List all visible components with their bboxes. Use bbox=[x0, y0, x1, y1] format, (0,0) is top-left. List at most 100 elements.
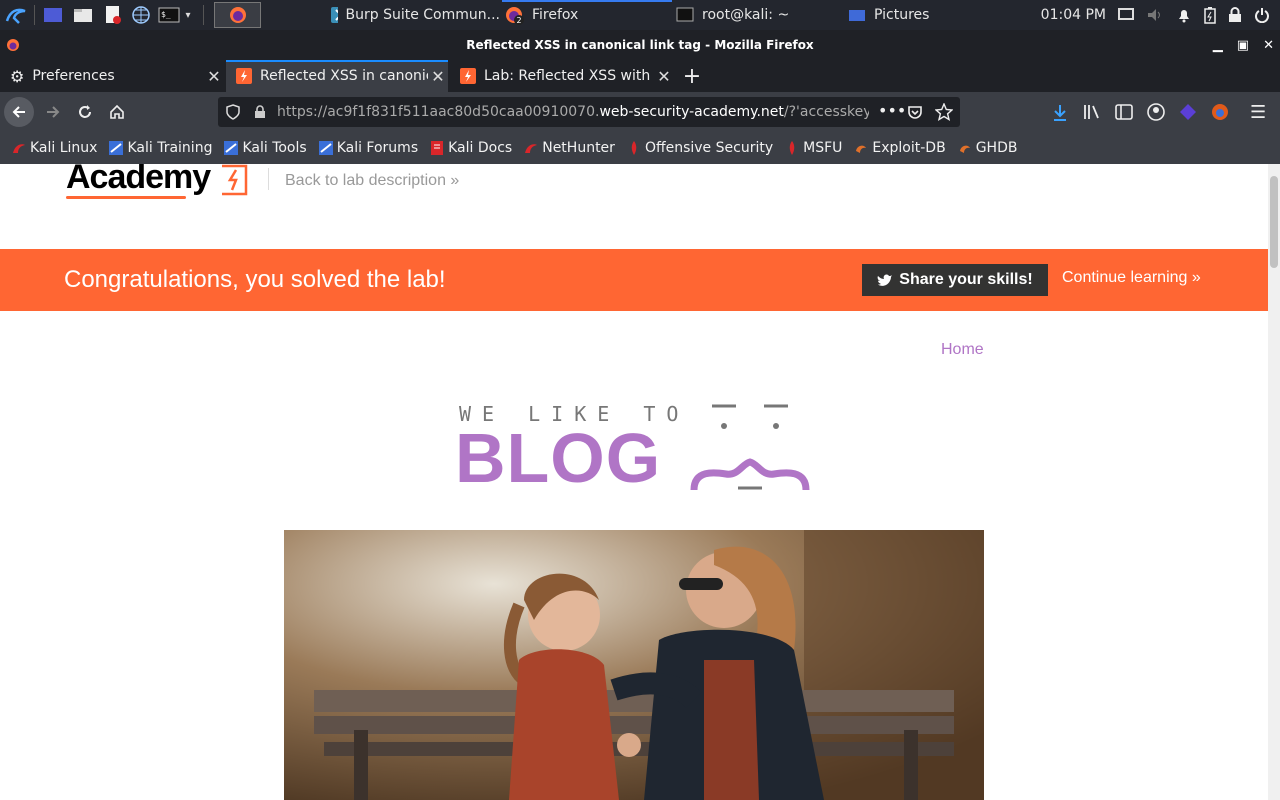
volume-muted-icon[interactable] bbox=[1146, 7, 1164, 23]
page-actions-icon[interactable]: ••• bbox=[878, 101, 906, 120]
portswigger-icon bbox=[236, 68, 252, 84]
forward-button[interactable] bbox=[38, 97, 68, 127]
banner-message: Congratulations, you solved the lab! bbox=[64, 266, 446, 293]
url-bar[interactable]: https://ac9f1f831f511aac80d50caa00910070… bbox=[218, 97, 960, 127]
firefox-icon bbox=[229, 7, 246, 23]
battery-icon[interactable] bbox=[1204, 6, 1216, 24]
firefox-icon: 2 bbox=[506, 7, 524, 25]
display-icon[interactable] bbox=[1118, 8, 1134, 22]
blog-title: BLOG bbox=[455, 419, 662, 497]
bookmark-kali-linux[interactable]: Kali Linux bbox=[12, 140, 97, 156]
lock-icon[interactable] bbox=[1228, 7, 1242, 23]
task-burp-suite[interactable]: Burp Suite Commun... bbox=[330, 0, 500, 30]
kali-menu-icon[interactable] bbox=[4, 4, 28, 26]
home-icon bbox=[110, 104, 124, 119]
continue-learning-link[interactable]: Continue learning » bbox=[1062, 269, 1201, 287]
bookmark-kali-training[interactable]: Kali Training bbox=[109, 140, 212, 156]
tab-label: Reflected XSS in canonical link tag bbox=[260, 68, 428, 84]
svg-text:2: 2 bbox=[517, 16, 522, 25]
task-label: Pictures bbox=[874, 7, 930, 23]
power-icon[interactable] bbox=[1254, 7, 1270, 23]
task-label: Burp Suite Commun... bbox=[345, 7, 501, 23]
share-skills-button[interactable]: Share your skills! bbox=[862, 264, 1048, 296]
text-editor-icon[interactable] bbox=[101, 4, 125, 26]
task-terminal[interactable]: root@kali: ~ bbox=[676, 0, 846, 30]
download-icon[interactable] bbox=[1052, 104, 1068, 122]
window-title: Reflected XSS in canonical link tag - Mo… bbox=[466, 38, 814, 52]
bookmark-kali-forums[interactable]: Kali Forums bbox=[318, 140, 418, 156]
window-titlebar[interactable]: Reflected XSS in canonical link tag - Mo… bbox=[0, 30, 1280, 60]
firefox-icon bbox=[7, 39, 19, 51]
home-nav-link[interactable]: Home bbox=[941, 341, 984, 359]
arrow-right-icon bbox=[47, 106, 60, 118]
reload-icon bbox=[79, 105, 91, 118]
tab-label: Preferences bbox=[32, 68, 115, 84]
shield-icon[interactable] bbox=[226, 104, 240, 120]
tab-preferences[interactable]: ⚙ Preferences ✕ bbox=[0, 60, 224, 92]
bookmark-offensive-security[interactable]: Offensive Security bbox=[627, 140, 773, 156]
hamburger-menu-icon[interactable]: ☰ bbox=[1250, 102, 1266, 123]
blog-post-image bbox=[284, 530, 984, 800]
sidebar-icon[interactable] bbox=[1115, 104, 1133, 120]
bookmark-exploit-db[interactable]: Exploit-DB bbox=[854, 140, 946, 156]
header-divider bbox=[268, 168, 269, 190]
arrow-left-icon bbox=[12, 106, 25, 118]
scrollbar-thumb[interactable] bbox=[1270, 176, 1278, 268]
reload-button[interactable] bbox=[70, 97, 100, 127]
task-pictures[interactable]: Pictures bbox=[848, 0, 998, 30]
library-icon[interactable] bbox=[1083, 104, 1101, 120]
lock-icon[interactable] bbox=[254, 105, 266, 119]
url-text[interactable]: https://ac9f1f831f511aac80d50caa00910070… bbox=[277, 104, 869, 120]
twitter-icon bbox=[877, 274, 893, 286]
bookmark-msfu[interactable]: MSFU bbox=[785, 140, 842, 156]
navigation-toolbar: https://ac9f1f831f511aac80d50caa00910070… bbox=[0, 92, 1280, 132]
tab-reflected-xss[interactable]: Reflected XSS in canonical link tag ✕ bbox=[226, 60, 448, 92]
terminal-icon[interactable]: $_ bbox=[157, 4, 181, 26]
file-manager-icon[interactable] bbox=[71, 4, 95, 26]
browser-globe-icon[interactable] bbox=[129, 4, 153, 26]
kali-training-icon bbox=[109, 141, 124, 155]
tab-close-icon[interactable]: ✕ bbox=[654, 67, 674, 86]
clock[interactable]: 01:04 PM bbox=[1041, 7, 1106, 23]
msfu-icon bbox=[789, 141, 795, 155]
tab-close-icon[interactable]: ✕ bbox=[428, 67, 448, 86]
terminal-icon bbox=[676, 7, 694, 22]
extension-purple-icon[interactable] bbox=[1179, 103, 1197, 121]
firefox-launcher-button[interactable] bbox=[214, 2, 261, 28]
chevron-down-icon[interactable]: ▾ bbox=[181, 4, 195, 26]
exploit-db-icon bbox=[856, 145, 867, 153]
academy-bolt-icon bbox=[222, 164, 248, 196]
bookmark-star-icon[interactable] bbox=[935, 103, 953, 121]
bookmark-ghdb[interactable]: GHDB bbox=[958, 140, 1017, 156]
kali-tools-icon bbox=[224, 141, 239, 155]
task-label: Firefox bbox=[532, 7, 579, 23]
page-scrollbar[interactable] bbox=[1268, 164, 1280, 800]
account-icon[interactable] bbox=[1147, 103, 1165, 121]
tab-strip: ⚙ Preferences ✕ Reflected XSS in canonic… bbox=[0, 60, 1280, 92]
bookmark-kali-docs[interactable]: Kali Docs bbox=[430, 140, 512, 156]
bookmarks-toolbar: Kali Linux Kali Training Kali Tools Kali… bbox=[0, 132, 1280, 164]
academy-logo[interactable]: Academy bbox=[66, 164, 211, 199]
bookmark-nethunter[interactable]: NetHunter bbox=[524, 140, 615, 156]
folder-icon bbox=[849, 10, 865, 21]
kali-docs-icon bbox=[431, 141, 444, 155]
foxyproxy-icon[interactable] bbox=[1211, 103, 1229, 121]
bookmark-kali-tools[interactable]: Kali Tools bbox=[224, 140, 307, 156]
close-icon[interactable]: ✕ bbox=[1263, 38, 1274, 53]
notification-bell-icon[interactable] bbox=[1176, 7, 1192, 23]
burp-icon bbox=[331, 7, 338, 23]
new-tab-button[interactable]: + bbox=[678, 60, 706, 92]
tab-close-icon[interactable]: ✕ bbox=[204, 67, 224, 86]
minimize-icon[interactable]: ▁ bbox=[1213, 38, 1223, 53]
maximize-icon[interactable]: ▣ bbox=[1237, 38, 1249, 53]
home-button[interactable] bbox=[102, 97, 132, 127]
kali-forums-icon bbox=[318, 141, 333, 155]
portswigger-icon bbox=[460, 68, 476, 84]
tab-lab-angularjs[interactable]: Lab: Reflected XSS with AngularJS ✕ bbox=[450, 60, 674, 92]
gear-icon: ⚙ bbox=[10, 66, 25, 86]
show-desktop-icon[interactable] bbox=[41, 4, 65, 26]
back-to-lab-link[interactable]: Back to lab description » bbox=[285, 172, 459, 190]
task-firefox[interactable]: 2 Firefox bbox=[502, 0, 672, 30]
back-button[interactable] bbox=[4, 97, 34, 127]
pocket-icon[interactable] bbox=[907, 104, 923, 120]
